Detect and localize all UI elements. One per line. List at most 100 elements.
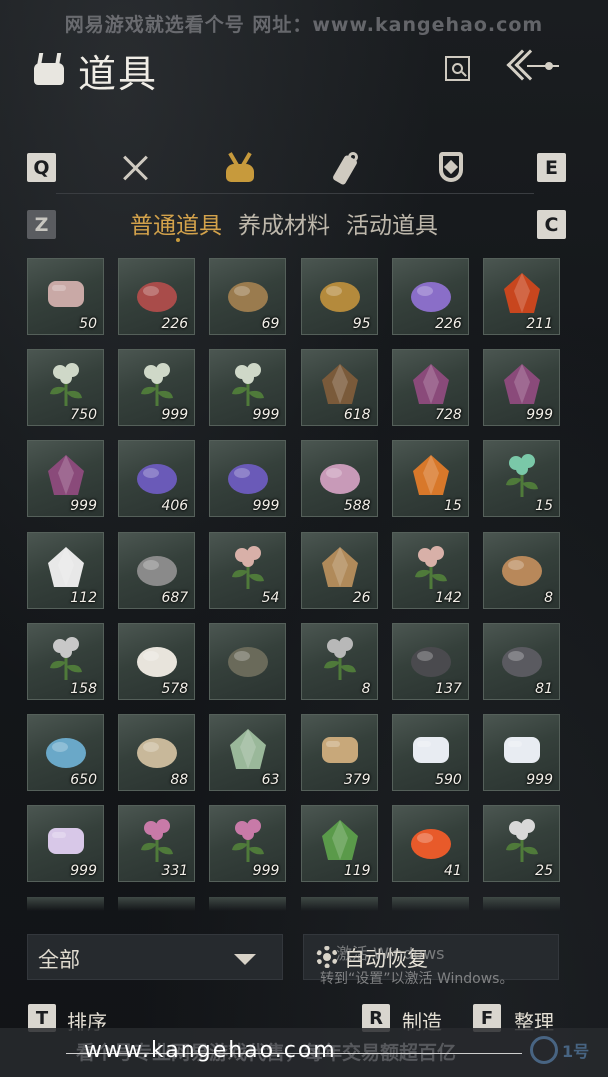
crossed-swords-icon[interactable] [118, 150, 154, 186]
tab-normal-items[interactable]: 普通道具 [130, 206, 222, 240]
tab-event-items[interactable]: 活动道具 [346, 206, 438, 240]
item-quantity: 999 [252, 863, 280, 880]
item-slot-pink-chrysanthemum[interactable]: 999 [209, 805, 287, 883]
item-slot-coal[interactable]: 137 [391, 622, 469, 700]
fur-pelt-icon [496, 541, 548, 593]
blue-ore-icon [40, 723, 92, 775]
item-quantity: 226 [435, 316, 462, 332]
bone-icon [131, 723, 183, 775]
item-slot-pink-chrysanthemum[interactable]: 331 [118, 805, 196, 883]
item-slot-gold-ore[interactable]: 95 [300, 258, 378, 335]
item-quantity: 158 [70, 680, 97, 697]
grain-sacks-icon [314, 723, 366, 775]
windows-activation-title: 激活 Windows [336, 944, 445, 963]
item-slot-spotted-fish[interactable] [209, 622, 287, 700]
category-prev-key[interactable]: Q [27, 153, 56, 182]
small-fish-icon [314, 632, 366, 684]
item-slot-herb-bowl[interactable]: 618 [300, 349, 378, 427]
item-slot-lilac-chrysanthemum[interactable]: 999 [27, 805, 104, 883]
back-button[interactable] [505, 49, 561, 88]
item-quantity: 8 [544, 589, 553, 606]
item-bag-icon[interactable] [222, 150, 258, 186]
item-quantity: 618 [343, 407, 371, 424]
white-herb-icon [40, 358, 92, 410]
item-slot-white-herb[interactable]: 999 [209, 349, 287, 427]
item-slot-white-chrysanthemum[interactable]: 590 [391, 714, 469, 791]
item-slot-amethyst[interactable]: 226 [391, 258, 469, 335]
item-slot-raw-meat-paper[interactable]: 142 [391, 531, 469, 609]
item-quantity: 95 [352, 316, 371, 332]
item-slot-purple-flower[interactable]: 728 [391, 349, 469, 427]
item-slot-white-feather[interactable]: 112 [27, 531, 104, 609]
item-slot-purple-flower[interactable]: 999 [27, 440, 104, 518]
item-slot-raw-meat-paper[interactable]: 54 [209, 531, 287, 609]
pink-blossom-icon [314, 449, 366, 501]
item-quantity: 999 [70, 498, 97, 515]
item-slot-fur-pelt[interactable]: 8 [483, 531, 560, 609]
subtab-prev-key[interactable]: Z [27, 210, 56, 239]
item-slot-koi-fish[interactable]: 41 [391, 805, 469, 883]
category-next-key[interactable]: E [537, 153, 566, 182]
pink-chrysanthemum-icon [131, 814, 183, 866]
item-slot-blue-ore[interactable]: 650 [27, 714, 104, 791]
item-slot-partial [391, 897, 469, 911]
melon-icon [222, 723, 274, 775]
item-slot-small-fish[interactable]: 8 [300, 622, 378, 700]
item-slot-melon[interactable]: 63 [209, 714, 287, 791]
item-slot-dark-ore[interactable]: 81 [483, 622, 560, 700]
pink-chrysanthemum-icon [222, 814, 274, 866]
item-quantity: 81 [535, 680, 553, 697]
item-slot-lavender[interactable]: 999 [209, 440, 287, 518]
item-quantity: 54 [261, 589, 280, 606]
shield-icon[interactable] [433, 150, 469, 186]
lavender-icon [131, 449, 183, 501]
item-slot-bone[interactable]: 88 [118, 714, 196, 791]
item-slot-white-herb[interactable]: 750 [27, 349, 104, 427]
soup-bowl-icon [314, 541, 366, 593]
item-slot-orange-flower[interactable]: 15 [391, 440, 469, 518]
item-slot-white-chrysanthemum[interactable]: 999 [483, 714, 560, 791]
tab-growth-materials[interactable]: 养成材料 [238, 206, 330, 240]
subtab-next-key[interactable]: C [537, 210, 566, 239]
filter-dropdown[interactable]: 全部 [27, 934, 283, 980]
item-quantity: 728 [435, 407, 462, 424]
item-quantity: 15 [535, 498, 553, 515]
item-quantity: 88 [170, 772, 189, 788]
lilac-chrysanthemum-icon [40, 814, 92, 866]
filter-label: 全部 [38, 948, 80, 972]
item-quantity: 750 [70, 407, 97, 424]
shrimp-icon [496, 814, 548, 866]
item-slot-soup-bowl[interactable]: 26 [300, 531, 378, 609]
item-quantity: 999 [526, 407, 553, 424]
item-slot-purple-flower[interactable]: 999 [483, 349, 560, 427]
item-slot-white-herb[interactable]: 999 [118, 349, 196, 427]
item-slot-raw-beef[interactable]: 226 [118, 258, 196, 335]
item-slot-partial [300, 897, 378, 911]
item-slot-shrimp[interactable]: 25 [483, 805, 560, 883]
item-quantity: 999 [161, 407, 189, 424]
item-slot-quills[interactable]: 158 [27, 622, 104, 700]
item-slot-fish[interactable]: 69 [209, 258, 287, 335]
quills-icon [40, 632, 92, 684]
search-button[interactable] [445, 56, 470, 81]
item-quantity: 331 [161, 863, 189, 880]
item-quantity: 650 [70, 772, 97, 788]
herb-bowl-icon [314, 358, 366, 410]
item-slot-lavender[interactable]: 406 [118, 440, 196, 518]
item-slot-pink-blossom[interactable]: 588 [300, 440, 378, 518]
item-slot-dark-feather[interactable]: 687 [118, 531, 196, 609]
item-slot-mint-herb[interactable]: 119 [300, 805, 378, 883]
scroll-icon[interactable] [330, 150, 366, 186]
item-slot-white-fleece[interactable]: 578 [118, 622, 196, 700]
item-quantity: 69 [261, 316, 280, 332]
jade-stone-icon [496, 449, 548, 501]
watermark-url: www.kangehao.com [84, 1038, 337, 1063]
item-slot-partial [27, 897, 104, 911]
item-slot-jade-stone[interactable]: 15 [483, 440, 560, 518]
item-slot-grain-sacks[interactable]: 379 [300, 714, 378, 791]
white-herb-icon [131, 358, 183, 410]
item-quantity: 142 [435, 589, 462, 606]
item-quantity: 226 [161, 316, 189, 332]
item-slot-meat-strips[interactable]: 50 [27, 258, 104, 335]
item-slot-red-agate[interactable]: 211 [483, 258, 560, 335]
